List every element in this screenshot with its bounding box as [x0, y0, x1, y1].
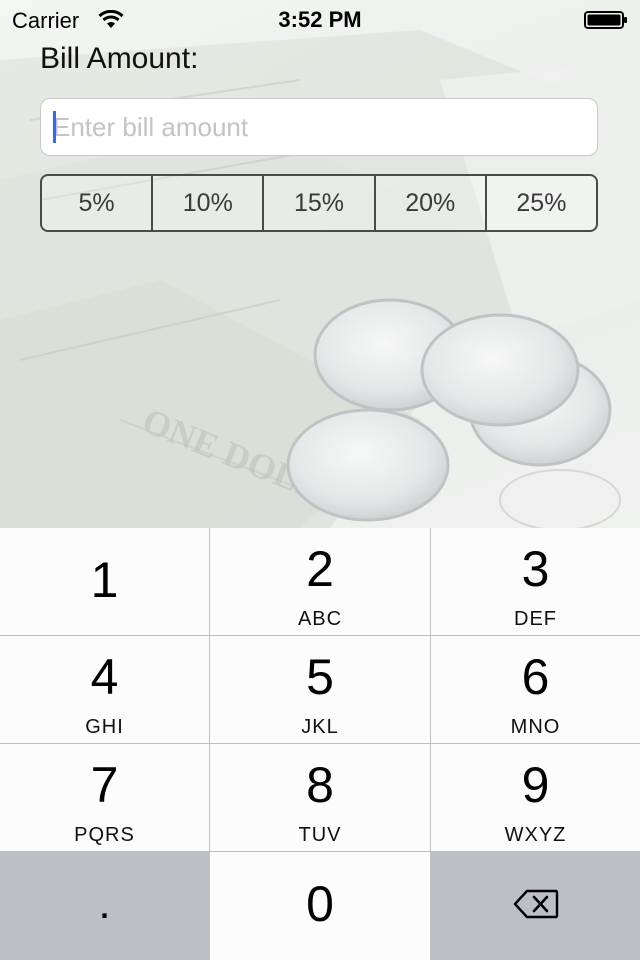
key-number: 2	[306, 541, 334, 597]
tip-option-5[interactable]: 5%	[42, 176, 154, 230]
numeric-keypad: 1 2 ABC 3 DEF 4 GHI 5 JKL 6 MNO 7 PQRS 8…	[0, 528, 640, 960]
status-bar: Carrier 3:52 PM	[0, 0, 640, 40]
key-number: 4	[90, 649, 119, 705]
backspace-icon	[513, 889, 559, 924]
key-letters: DEF	[514, 608, 557, 630]
key-5[interactable]: 5 JKL	[210, 636, 430, 743]
key-number: 3	[521, 541, 550, 597]
tip-option-25[interactable]: 25%	[487, 176, 596, 230]
key-letters: JKL	[301, 716, 339, 738]
key-3[interactable]: 3 DEF	[431, 528, 640, 635]
key-number: 1	[90, 552, 119, 608]
key-letters: ABC	[297, 608, 343, 630]
key-letters: PQRS	[74, 824, 135, 846]
key-number: 5	[306, 649, 334, 705]
key-letters: MNO	[510, 716, 561, 738]
bill-amount-label: Bill Amount:	[40, 42, 199, 75]
key-2[interactable]: 2 ABC	[210, 528, 430, 635]
key-decimal[interactable]: .	[0, 852, 209, 960]
key-number: 6	[521, 649, 550, 705]
key-9[interactable]: 9 WXYZ	[431, 744, 640, 851]
delete-key[interactable]	[431, 852, 640, 960]
status-time: 3:52 PM	[278, 7, 362, 32]
key-letters: WXYZ	[504, 824, 567, 846]
key-4[interactable]: 4 GHI	[0, 636, 209, 743]
key-letters: GHI	[85, 716, 124, 738]
key-7[interactable]: 7 PQRS	[0, 744, 209, 851]
key-letters: TUV	[298, 824, 342, 846]
key-8[interactable]: 8 TUV	[210, 744, 430, 851]
tip-percentage-selector: 5% 10% 15% 20% 25%	[40, 174, 598, 232]
background-image: ONE DOLLAR	[0, 0, 640, 528]
key-number: 9	[521, 757, 550, 813]
bill-amount-field-container	[40, 98, 598, 156]
battery-icon	[584, 11, 628, 29]
tip-option-15[interactable]: 15%	[264, 176, 376, 230]
key-0[interactable]: 0	[210, 852, 430, 960]
bill-amount-input[interactable]	[53, 99, 583, 155]
key-number: 8	[306, 757, 334, 813]
key-1[interactable]: 1	[0, 528, 209, 635]
key-6[interactable]: 6 MNO	[431, 636, 640, 743]
decimal-point: .	[98, 879, 111, 928]
tip-option-10[interactable]: 10%	[153, 176, 265, 230]
tip-option-20[interactable]: 20%	[376, 176, 487, 230]
key-number: 7	[90, 757, 119, 813]
key-number: 0	[306, 876, 334, 932]
text-caret	[53, 111, 56, 143]
